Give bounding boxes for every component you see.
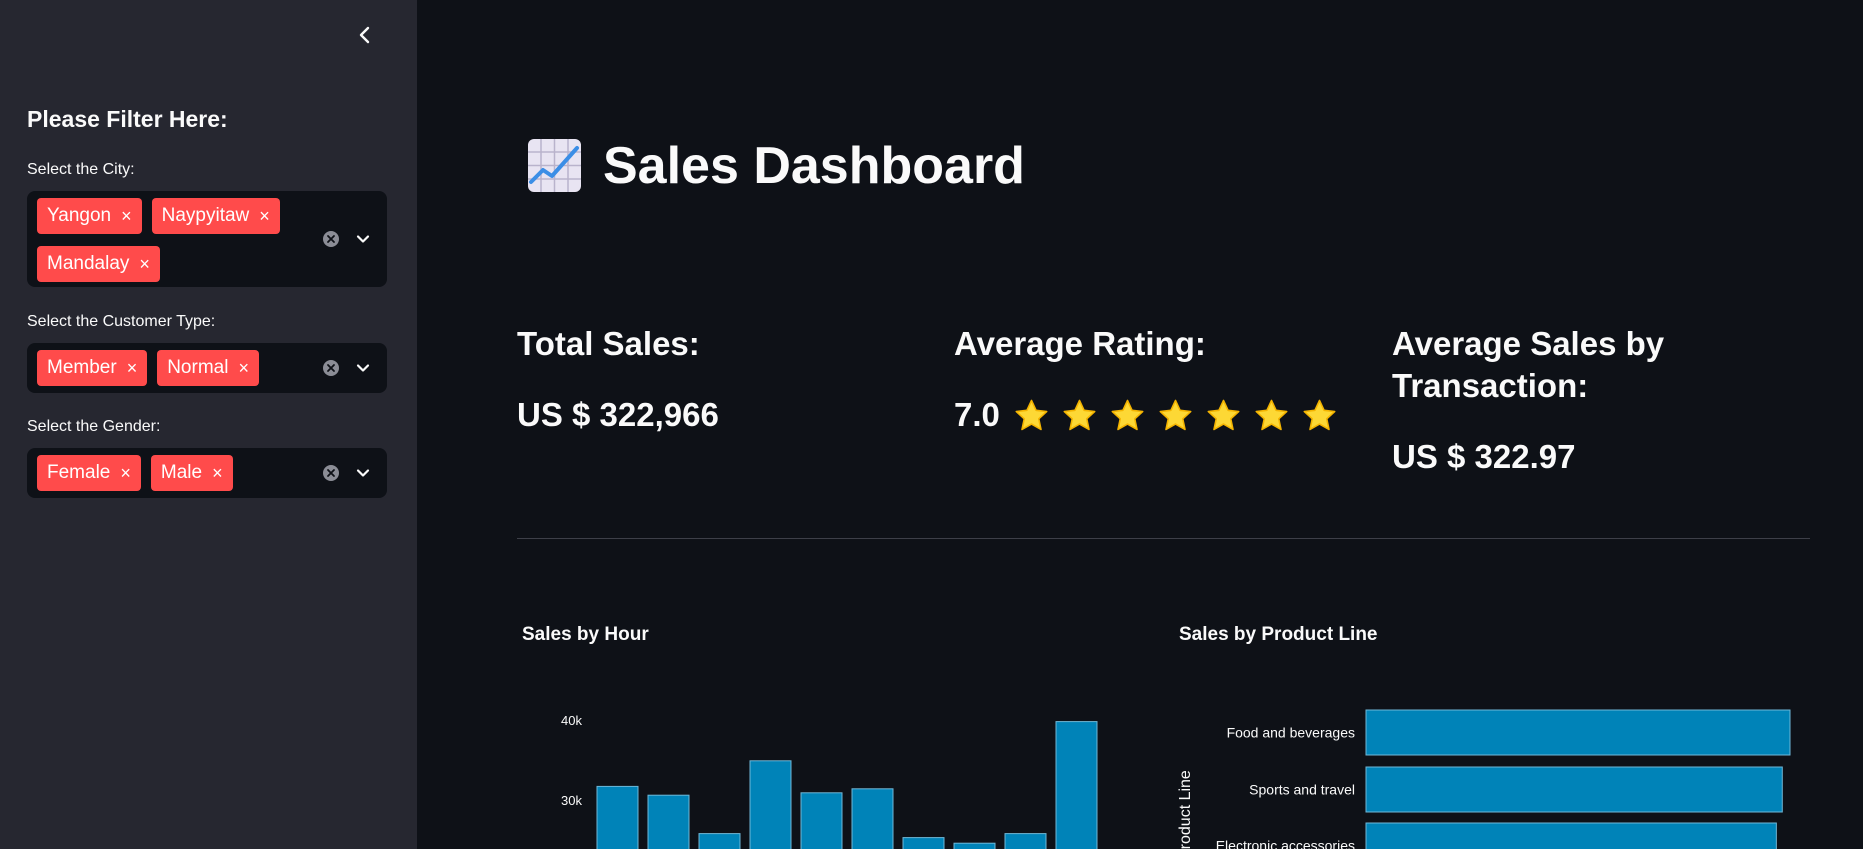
total-sales-value: US $ 322,966 xyxy=(517,396,719,433)
y-tick-label: 30k xyxy=(561,793,582,808)
star-icon xyxy=(1159,399,1192,431)
bar xyxy=(749,760,792,849)
divider xyxy=(517,538,1810,539)
gender-multiselect[interactable]: Female × Male × xyxy=(27,448,387,498)
bar xyxy=(596,785,639,849)
clear-all-icon[interactable] xyxy=(322,230,340,248)
y-axis-label: Product Line xyxy=(1177,770,1194,849)
remove-chip-icon[interactable]: × xyxy=(212,463,223,484)
remove-chip-icon[interactable]: × xyxy=(120,463,131,484)
star-icon xyxy=(1111,399,1144,431)
bar xyxy=(851,788,894,849)
remove-chip-icon[interactable]: × xyxy=(121,206,132,227)
customer-type-multiselect[interactable]: Member × Normal × xyxy=(27,343,387,393)
chip-naypyitaw: Naypyitaw × xyxy=(151,198,280,234)
bar xyxy=(1365,766,1783,813)
average-rating-value: 7.0 xyxy=(954,396,1000,433)
city-multiselect[interactable]: Yangon × Naypyitaw × Mandalay × xyxy=(27,191,387,287)
category-label: Food and beverages xyxy=(1227,725,1355,741)
chart-increasing-icon xyxy=(528,139,581,192)
chevron-left-icon xyxy=(359,26,370,44)
bar xyxy=(698,833,741,849)
chip-label: Naypyitaw xyxy=(161,205,250,226)
bar xyxy=(902,837,945,849)
gender-filter-label: Select the Gender: xyxy=(27,418,161,435)
chip-label: Yangon xyxy=(47,205,112,226)
star-icon xyxy=(1015,399,1048,431)
average-sales-label: Average Sales by Transaction: xyxy=(1392,325,1665,404)
chip-mandalay: Mandalay × xyxy=(37,246,160,282)
remove-chip-icon[interactable]: × xyxy=(259,206,270,227)
total-sales-label: Total Sales: xyxy=(517,325,700,362)
sidebar-header: Please Filter Here: xyxy=(27,106,228,132)
average-sales-value: US $ 322.97 xyxy=(1392,438,1576,475)
chip-female: Female × xyxy=(37,455,141,491)
collapse-sidebar-button[interactable] xyxy=(352,22,378,48)
sales-by-product-line-title: Sales by Product Line xyxy=(1179,624,1378,645)
sales-by-hour-chart: 30k 40k xyxy=(561,713,1098,849)
rating-stars xyxy=(1012,397,1339,435)
bar xyxy=(1365,709,1791,756)
chip-member: Member × xyxy=(37,350,148,386)
bar xyxy=(800,792,843,849)
bar xyxy=(953,842,996,849)
remove-chip-icon[interactable]: × xyxy=(139,254,150,275)
page-title: Sales Dashboard xyxy=(603,137,1025,195)
sales-by-product-line-chart: Food and beverages Sports and travel Elect… xyxy=(1177,709,1791,849)
sidebar: Please Filter Here: Select the City: Yan… xyxy=(0,0,417,849)
chip-male: Male × xyxy=(150,455,233,491)
bar xyxy=(1055,721,1098,849)
y-tick-label: 40k xyxy=(561,713,582,728)
chip-label: Normal xyxy=(167,357,229,378)
chip-label: Member xyxy=(47,357,117,378)
remove-chip-icon[interactable]: × xyxy=(127,358,138,379)
star-icon xyxy=(1207,399,1240,431)
sales-by-hour-title: Sales by Hour xyxy=(522,624,649,645)
chevron-down-icon[interactable] xyxy=(355,465,371,481)
star-icon xyxy=(1303,399,1336,431)
clear-all-icon[interactable] xyxy=(322,359,340,377)
chip-label: Mandalay xyxy=(47,253,130,274)
star-icon xyxy=(1063,399,1096,431)
chip-label: Male xyxy=(160,462,203,483)
chevron-down-icon[interactable] xyxy=(355,360,371,376)
chip-label: Female xyxy=(47,462,111,483)
bar xyxy=(1004,833,1047,849)
chip-normal: Normal × xyxy=(157,350,259,386)
average-rating-label: Average Rating: xyxy=(954,325,1206,362)
city-filter-label: Select the City: xyxy=(27,161,135,178)
star-icon xyxy=(1255,399,1288,431)
remove-chip-icon[interactable]: × xyxy=(238,358,249,379)
chip-yangon: Yangon × xyxy=(37,198,142,234)
chevron-down-icon[interactable] xyxy=(355,231,371,247)
category-label: Electronic accessories xyxy=(1216,838,1355,849)
clear-all-icon[interactable] xyxy=(322,464,340,482)
bar xyxy=(1365,822,1777,849)
customer-type-filter-label: Select the Customer Type: xyxy=(27,313,216,330)
bar xyxy=(647,794,690,849)
category-label: Sports and travel xyxy=(1249,782,1355,798)
